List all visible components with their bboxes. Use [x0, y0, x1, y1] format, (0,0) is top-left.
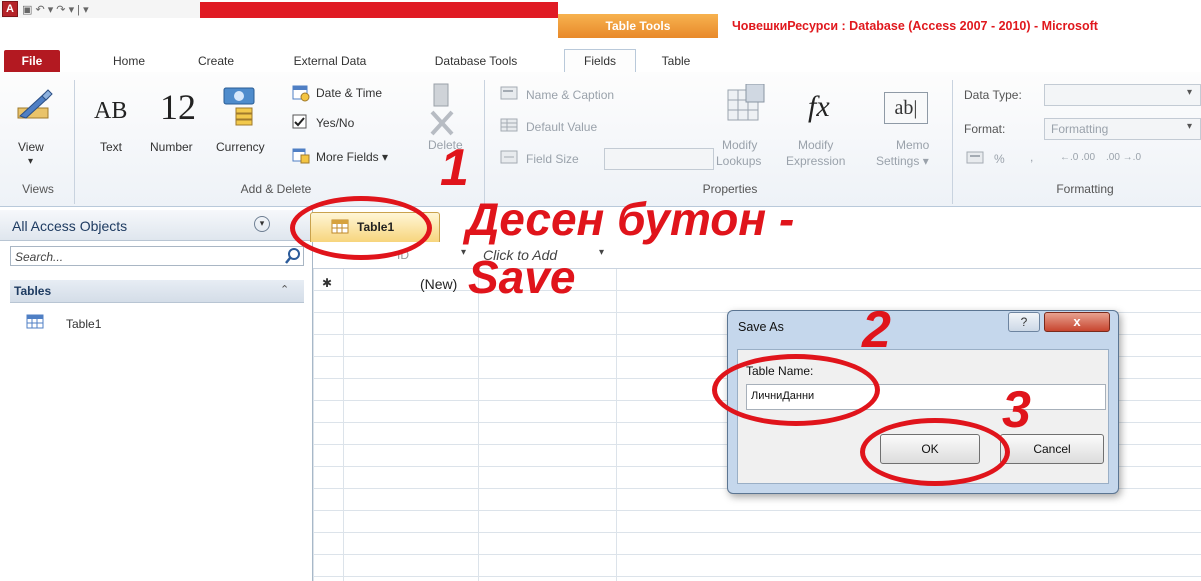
title-strip	[0, 18, 558, 38]
table-tools-context-label: Table Tools	[558, 14, 718, 38]
annotation-instruction-line1: Десен бутон -	[466, 193, 795, 245]
default-value-icon[interactable]	[500, 118, 520, 137]
nav-item-table1[interactable]: Table1	[66, 317, 101, 331]
format-select[interactable]: Formatting ▾	[1044, 118, 1201, 140]
ribbon-separator	[484, 80, 485, 204]
dialog-close-button[interactable]: x	[1044, 312, 1110, 332]
comma-format-button[interactable]: ,	[1030, 150, 1033, 164]
grid-divider	[616, 244, 617, 581]
memo-settings-label-2[interactable]: Settings ▾	[876, 154, 929, 168]
format-label: Format:	[964, 122, 1006, 136]
tab-create[interactable]: Create	[184, 50, 248, 72]
chevron-down-icon: ▾	[1186, 121, 1192, 132]
modify-expression-icon[interactable]: fx	[808, 90, 830, 124]
format-select-value: Formatting	[1051, 122, 1109, 136]
memo-settings-label-1[interactable]: Memo	[896, 138, 929, 152]
column-dropdown-icon[interactable]: ▾	[599, 247, 604, 258]
more-fields-icon[interactable]	[292, 146, 310, 167]
modify-lookups-label-2[interactable]: Lookups	[716, 154, 761, 168]
chevron-down-icon: ▾	[1186, 87, 1192, 98]
group-label-views: Views	[22, 182, 54, 196]
tables-section-label: Tables	[14, 284, 52, 298]
modify-lookups-label-1[interactable]: Modify	[722, 138, 757, 152]
view-dropdown-icon[interactable]: ▾	[28, 156, 33, 167]
tab-external-data[interactable]: External Data	[276, 50, 384, 72]
search-placeholder: Search...	[15, 250, 64, 264]
data-type-label: Data Type:	[964, 88, 1022, 102]
currency-button-label[interactable]: Currency	[216, 140, 265, 154]
quick-access-tools[interactable]: ▣ ↶ ▾ ↷ ▾ | ▾	[22, 3, 89, 16]
tab-fields[interactable]: Fields	[564, 49, 636, 73]
annotation-step-2: 2	[862, 301, 891, 359]
annotation-circle-document-tab	[290, 196, 432, 260]
search-input[interactable]: Search...	[10, 246, 304, 266]
dialog-title: Save As	[738, 320, 784, 334]
field-size-icon[interactable]	[500, 150, 520, 169]
number-field-button-label[interactable]: Number	[150, 140, 193, 154]
percent-format-button[interactable]: %	[994, 152, 1005, 166]
annotation-step-3: 3	[1002, 381, 1031, 439]
name-caption-button[interactable]: Name & Caption	[526, 88, 614, 102]
table-icon	[26, 314, 44, 333]
grid-divider	[343, 244, 344, 581]
delete-field-icon[interactable]	[428, 82, 456, 141]
name-caption-icon[interactable]	[500, 86, 520, 105]
increase-decimals-button[interactable]: ←.0 .00	[1060, 152, 1095, 163]
tables-section-header[interactable]: Tables ⌃	[10, 280, 304, 303]
help-icon: ?	[1020, 315, 1028, 329]
ribbon-separator	[952, 80, 953, 204]
group-label-formatting: Formatting	[1056, 182, 1114, 196]
field-size-label: Field Size	[526, 152, 579, 166]
currency-icon[interactable]	[220, 84, 264, 131]
modify-expression-label-2[interactable]: Expression	[786, 154, 845, 168]
collapse-chevron-icon[interactable]: ⌃	[280, 283, 289, 296]
tab-database-tools[interactable]: Database Tools	[414, 50, 538, 72]
decrease-decimals-button[interactable]: .00 →.0	[1106, 152, 1141, 163]
tab-file[interactable]: File	[4, 50, 60, 72]
search-icon[interactable]	[284, 247, 302, 268]
more-fields-button[interactable]: More Fields ▾	[316, 150, 388, 164]
quick-access-toolbar: A ▣ ↶ ▾ ↷ ▾ | ▾	[0, 0, 200, 18]
view-icon[interactable]	[14, 86, 54, 129]
new-record-id-cell[interactable]: (New)	[420, 276, 457, 292]
annotation-step-1: 1	[440, 139, 469, 197]
datasheet-header-row: ID ▾ Click to Add ▾	[313, 244, 1201, 269]
number-field-icon[interactable]: 12	[160, 86, 196, 128]
date-time-icon[interactable]	[292, 84, 310, 105]
column-dropdown-icon[interactable]: ▾	[461, 247, 466, 258]
annotation-circle-table-name	[712, 354, 880, 426]
checkbox-icon[interactable]	[292, 114, 308, 133]
modify-expression-label-1[interactable]: Modify	[798, 138, 833, 152]
view-button-label[interactable]: View	[18, 140, 44, 154]
dialog-help-button[interactable]: ?	[1008, 312, 1040, 332]
window-title: ЧовешкиРесурси : Database (Access 2007 -…	[718, 14, 1201, 38]
close-icon: x	[1073, 314, 1081, 329]
nav-menu-chevron-icon[interactable]: ▾	[254, 216, 270, 232]
new-record-marker: ✱	[322, 276, 333, 290]
field-size-input[interactable]	[604, 148, 714, 170]
annotation-instruction-line2: Save	[468, 251, 576, 303]
group-label-add-delete: Add & Delete	[240, 182, 312, 196]
tab-table[interactable]: Table	[648, 50, 704, 72]
date-time-button[interactable]: Date & Time	[316, 86, 382, 100]
title-red-band	[200, 2, 558, 18]
ribbon-separator	[74, 80, 75, 204]
yes-no-button[interactable]: Yes/No	[316, 116, 354, 130]
nav-pane-header[interactable]: All Access Objects ▾	[0, 210, 310, 241]
data-type-select[interactable]: ▾	[1044, 84, 1201, 106]
text-field-button-label[interactable]: Text	[100, 140, 122, 154]
currency-format-icon[interactable]	[966, 150, 986, 169]
annotation-circle-ok-button	[860, 418, 1010, 486]
access-app-icon[interactable]: A	[2, 1, 18, 17]
tab-home[interactable]: Home	[98, 50, 160, 72]
nav-pane-title: All Access Objects	[12, 218, 128, 234]
memo-settings-icon[interactable]: ab|	[884, 92, 928, 124]
text-field-icon[interactable]: AB	[94, 98, 127, 125]
modify-lookups-icon[interactable]	[726, 83, 766, 133]
default-value-button[interactable]: Default Value	[526, 120, 597, 134]
